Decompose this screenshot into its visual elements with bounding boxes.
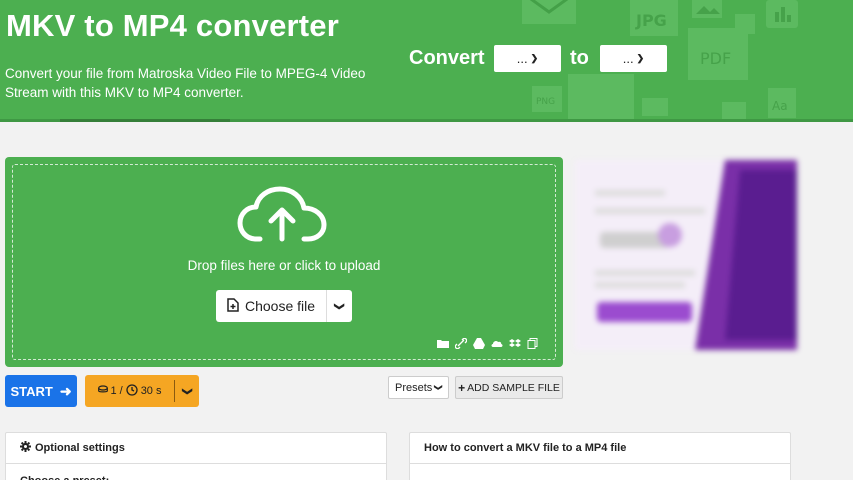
limit-separator: / — [119, 385, 123, 397]
jpg-file-icon: JPG — [628, 0, 680, 38]
plus-icon: + — [458, 380, 466, 395]
folder-icon[interactable] — [437, 336, 449, 348]
drop-instructions: Drop files here or click to upload — [187, 258, 381, 273]
choose-file-dropdown[interactable]: ❯ — [327, 290, 352, 322]
svg-text:JPG: JPG — [635, 11, 667, 30]
dropbox-icon[interactable] — [509, 336, 521, 347]
arrow-right-icon: ➜ — [59, 382, 72, 399]
coins-icon — [97, 385, 108, 397]
file-plus-icon — [227, 297, 239, 315]
svg-text:Aa: Aa — [772, 99, 788, 113]
from-format-select[interactable]: ... ❯ — [494, 45, 561, 72]
start-label: START — [10, 383, 53, 399]
choose-preset-label: Choose a preset: — [6, 464, 386, 480]
chevron-down-icon: ❯ — [530, 53, 539, 63]
chevron-down-icon: ❯ — [636, 53, 645, 63]
advertisement[interactable] — [575, 160, 797, 350]
clock-icon — [126, 383, 138, 399]
presets-label: Presets — [395, 381, 433, 394]
choose-file-button[interactable]: Choose file — [216, 290, 327, 322]
svg-text:PNG: PNG — [536, 97, 555, 107]
usage-limit-group: 1 / 30 s ❯ — [85, 375, 199, 407]
add-sample-label: ADD SAMPLE FILE — [467, 381, 560, 394]
hero-divider — [0, 119, 853, 122]
png-file-icon: PNG — [530, 84, 564, 114]
font-file-icon: Aa — [766, 86, 798, 120]
howto-title: How to convert a MKV file to a MP4 file — [424, 442, 627, 454]
chevron-down-icon: ❯ — [333, 301, 345, 311]
limit-files: 1 — [110, 385, 117, 397]
usage-limit-dropdown[interactable]: ❯ — [175, 386, 199, 397]
convert-label: Convert — [409, 47, 485, 69]
image-file-icon — [690, 0, 724, 20]
howto-header: How to convert a MKV file to a MP4 file — [410, 433, 790, 464]
optional-settings-panel: Optional settings Choose a preset: — [5, 432, 387, 480]
pdf-file-icon: PDF — [686, 26, 750, 82]
page-description: Convert your file from Matroska Video Fi… — [5, 66, 366, 100]
howto-panel: How to convert a MKV file to a MP4 file — [409, 432, 791, 480]
google-drive-icon[interactable] — [473, 336, 485, 349]
presets-dropdown[interactable]: Presets ❯ — [388, 376, 449, 399]
choose-file-label: Choose file — [244, 298, 316, 314]
upload-source-icons — [437, 336, 539, 350]
file-icon — [566, 72, 636, 122]
choose-file-group: Choose file ❯ — [216, 290, 352, 322]
onedrive-icon[interactable] — [491, 336, 503, 347]
from-format-value: ... — [516, 51, 528, 66]
page-title: MKV to MP4 converter — [6, 8, 340, 43]
gear-icon — [20, 441, 31, 455]
to-format-select[interactable]: ... ❯ — [600, 45, 667, 72]
usage-limit-button[interactable]: 1 / 30 s — [85, 380, 175, 402]
clipboard-icon[interactable] — [527, 336, 539, 349]
limit-time: 30 s — [140, 385, 162, 397]
cloud-upload-icon[interactable] — [236, 185, 328, 250]
chevron-down-icon: ❯ — [181, 386, 193, 396]
svg-text:PDF: PDF — [700, 49, 731, 68]
optional-settings-header[interactable]: Optional settings — [6, 433, 386, 464]
start-button[interactable]: START ➜ — [5, 375, 77, 407]
chevron-down-icon: ❯ — [434, 384, 444, 391]
chart-file-icon — [764, 0, 800, 30]
to-label: to — [570, 47, 589, 69]
add-sample-file-button[interactable]: + ADD SAMPLE FILE — [455, 376, 563, 399]
link-icon[interactable] — [454, 336, 468, 350]
folder-icon-deco — [640, 96, 670, 118]
optional-settings-title: Optional settings — [35, 442, 125, 454]
to-format-value: ... — [622, 51, 634, 66]
envelope-icon — [520, 0, 578, 26]
